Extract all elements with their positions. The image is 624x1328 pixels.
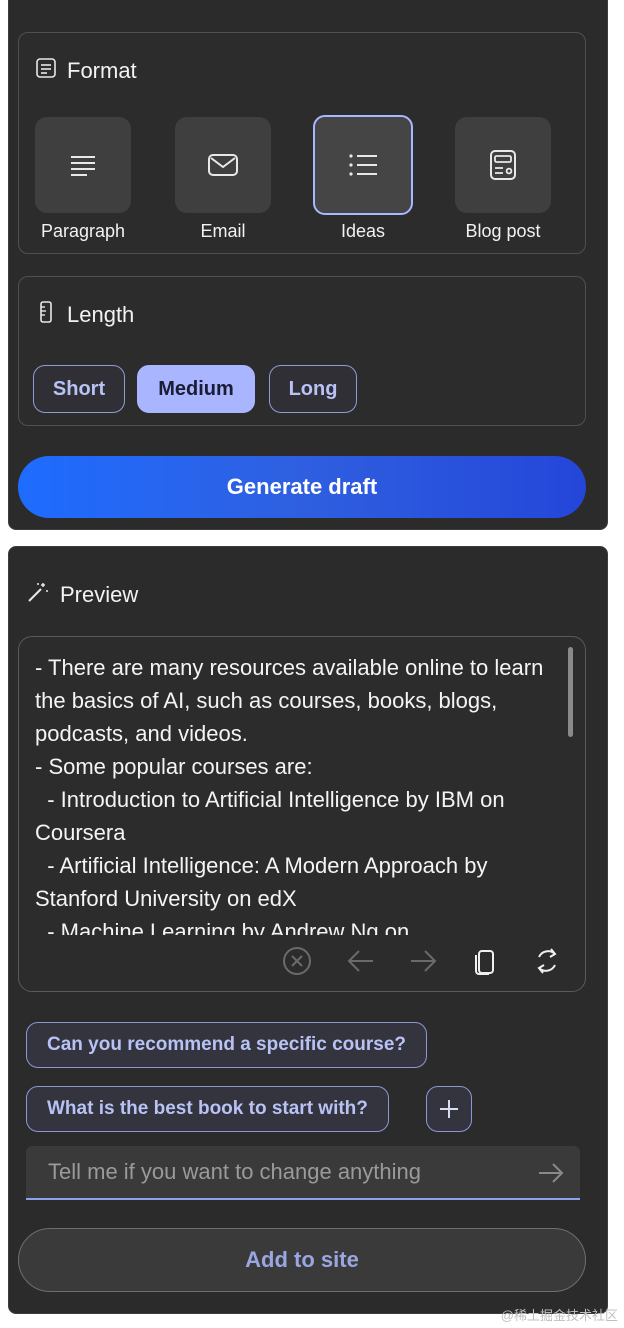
format-title: Format — [67, 58, 137, 83]
ruler-icon — [35, 301, 57, 329]
send-arrow-icon[interactable] — [536, 1158, 566, 1188]
preview-scrollbar[interactable] — [568, 647, 573, 737]
email-icon — [208, 154, 238, 176]
add-to-site-button[interactable]: Add to site — [18, 1228, 586, 1292]
format-option-blog-post[interactable] — [455, 117, 551, 213]
format-option-label: Paragraph — [40, 221, 126, 241]
length-short-button[interactable]: Short — [33, 365, 125, 413]
preview-header: Preview — [26, 580, 138, 610]
format-icon — [35, 57, 57, 85]
magic-wand-icon — [26, 580, 50, 610]
back-arrow-icon[interactable] — [343, 943, 379, 979]
forward-arrow-icon[interactable] — [405, 943, 441, 979]
preview-text: - There are many resources available onl… — [35, 655, 544, 935]
copy-icon[interactable] — [467, 943, 503, 979]
change-request-field — [26, 1146, 580, 1200]
preview-box: - There are many resources available onl… — [18, 636, 586, 992]
regenerate-icon[interactable] — [529, 943, 565, 979]
list-icon — [349, 154, 377, 176]
plus-icon — [440, 1100, 458, 1118]
format-option-label: Email — [200, 221, 246, 241]
length-long-button[interactable]: Long — [269, 365, 357, 413]
length-title: Length — [67, 302, 135, 327]
watermark: @稀土掘金技术社区 — [500, 1308, 618, 1323]
length-header: Length — [35, 301, 134, 329]
format-card: Format Paragraph Email Ideas Blog post — [18, 32, 586, 254]
format-option-email[interactable] — [175, 117, 271, 213]
paragraph-icon — [71, 156, 95, 176]
preview-title: Preview — [60, 582, 139, 607]
suggestion-chip[interactable]: What is the best book to start with? — [26, 1086, 389, 1132]
length-medium-button[interactable]: Medium — [137, 365, 255, 413]
stop-icon[interactable] — [279, 943, 315, 979]
blog-post-icon — [490, 150, 516, 180]
format-option-ideas[interactable] — [313, 115, 413, 215]
change-request-input[interactable] — [26, 1146, 570, 1198]
format-option-label: Ideas — [340, 221, 386, 241]
format-option-paragraph[interactable] — [35, 117, 131, 213]
suggestion-chip[interactable]: Can you recommend a specific course? — [26, 1022, 428, 1068]
generate-draft-button[interactable]: Generate draft — [18, 456, 586, 518]
length-card: Length Short Medium Long — [18, 276, 586, 426]
add-suggestion-button[interactable] — [426, 1086, 472, 1132]
format-option-label: Blog post — [465, 221, 541, 241]
format-header: Format — [35, 57, 137, 85]
